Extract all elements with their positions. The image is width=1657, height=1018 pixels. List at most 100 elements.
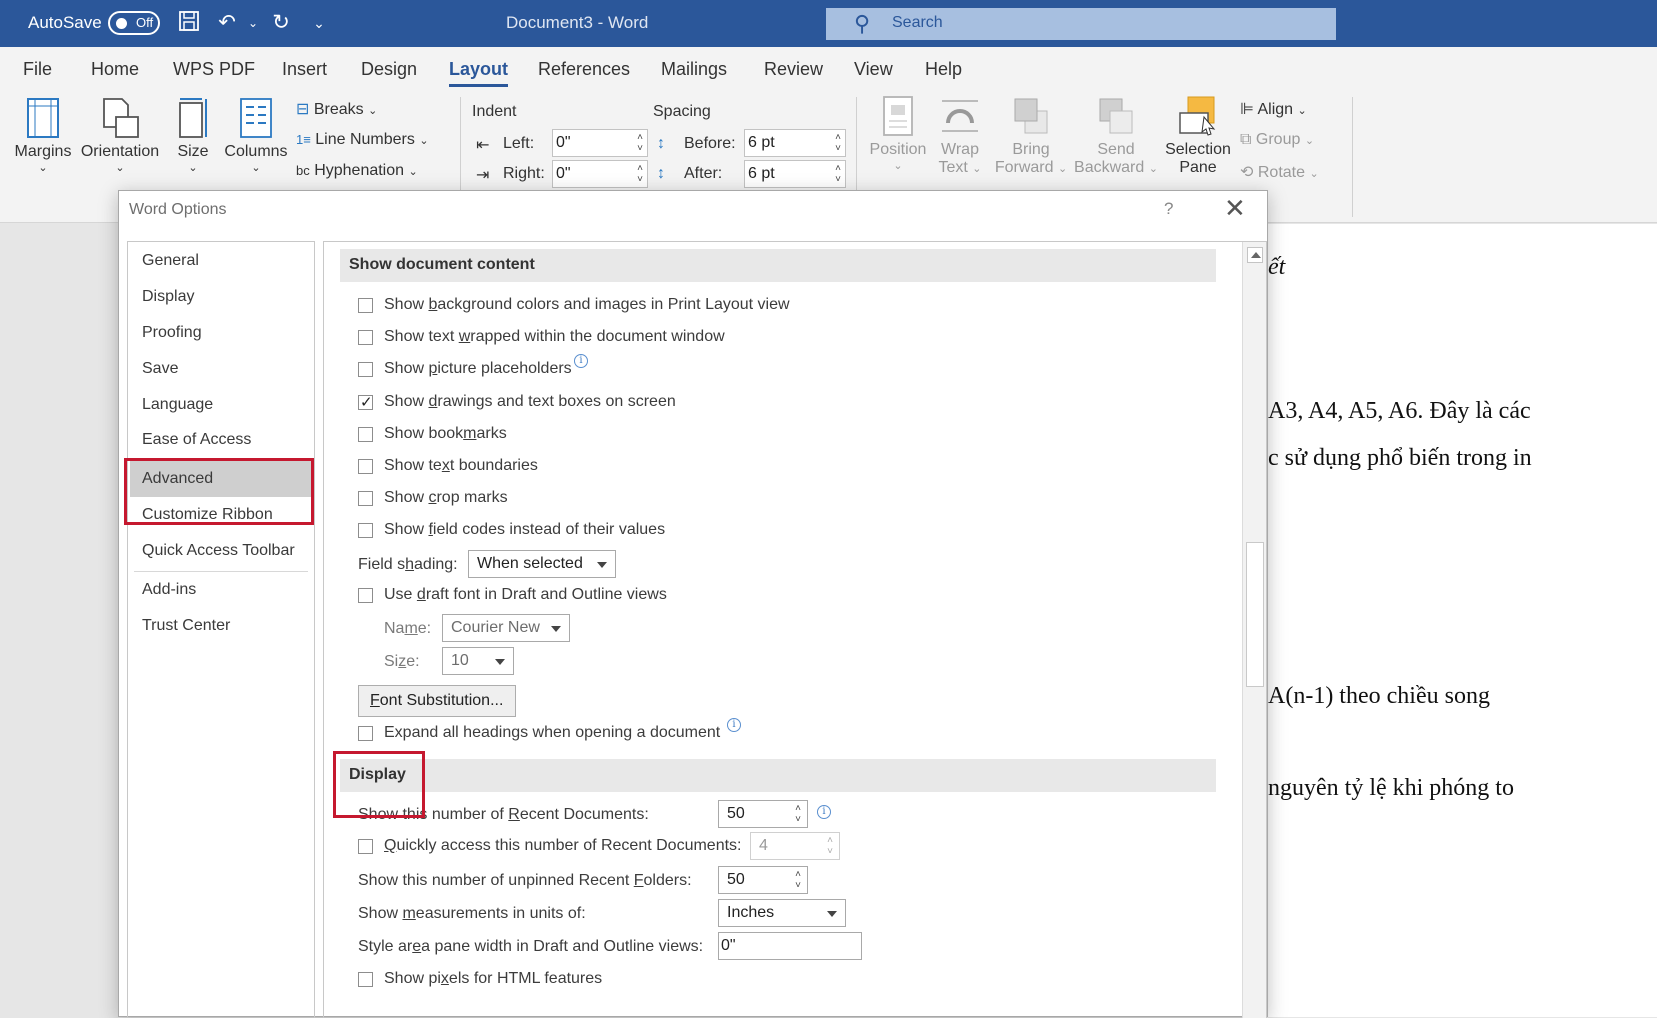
nav-item-quick-access-toolbar[interactable]: Quick Access Toolbar (142, 542, 295, 560)
draft-font-name-label: Name: (384, 620, 432, 637)
spin-arrows-icon[interactable]: ˄ ˅ (637, 163, 643, 185)
position-button[interactable]: Position ⌄ (866, 95, 930, 172)
quick-access-recent-spinner[interactable]: 4 ˄ ˅ (750, 832, 840, 860)
show-crop-marks-checkbox[interactable] (358, 491, 373, 506)
show-field-codes-checkbox[interactable] (358, 523, 373, 538)
recent-folders-spinner[interactable]: 50 ˄ ˅ (718, 866, 808, 894)
font-substitution-button[interactable]: Font Substitution... (358, 685, 516, 717)
help-icon[interactable]: ? (1164, 199, 1173, 219)
style-area-width-input[interactable]: 0" (718, 932, 862, 960)
tab-view[interactable]: View (854, 59, 893, 80)
nav-item-trust-center[interactable]: Trust Center (142, 617, 230, 635)
tab-design[interactable]: Design (361, 59, 417, 80)
tab-insert[interactable]: Insert (282, 59, 327, 80)
tab-wps-pdf[interactable]: WPS PDF (173, 59, 255, 80)
info-icon[interactable]: i (727, 718, 741, 732)
spacing-before-input[interactable]: 6 pt ˄ ˅ (744, 129, 846, 157)
tab-home[interactable]: Home (91, 59, 139, 80)
spin-arrows-icon[interactable]: ˄ ˅ (637, 132, 643, 154)
orientation-button[interactable]: Orientation ⌄ (78, 97, 162, 174)
indent-left-label: Left: (503, 135, 535, 152)
dialog-title: Word Options (129, 201, 227, 218)
tab-references[interactable]: References (538, 59, 630, 80)
use-draft-font-checkbox[interactable] (358, 588, 373, 603)
spacing-before-label: Before: (684, 135, 736, 152)
tab-review[interactable]: Review (764, 59, 823, 80)
info-icon[interactable]: i (574, 354, 588, 368)
show-background-checkbox[interactable] (358, 298, 373, 313)
customize-toolbar-icon[interactable]: ⌄ (306, 10, 332, 36)
autosave-toggle[interactable]: Off (108, 11, 160, 35)
spacing-after-input[interactable]: 6 pt ˄ ˅ (744, 160, 846, 188)
draft-font-name-dropdown[interactable]: Courier New (442, 614, 570, 642)
indent-left-input[interactable]: 0" ˄ ˅ (552, 129, 648, 157)
group-button[interactable]: ⧉ Group ⌄ (1240, 131, 1314, 149)
spin-arrows-icon[interactable]: ˄ ˅ (835, 163, 841, 185)
breaks-button[interactable]: ⊟ Breaks ⌄ (296, 99, 377, 119)
show-pixels-html-checkbox[interactable] (358, 972, 373, 987)
nav-item-general[interactable]: General (142, 252, 199, 270)
margins-button[interactable]: Margins ⌄ (12, 97, 74, 174)
redo-icon[interactable]: ↻ (268, 10, 294, 36)
document-text-line: A(n-1) theo chiều song (1268, 683, 1490, 709)
spin-arrows-icon[interactable]: ˄ ˅ (835, 132, 841, 154)
scroll-up-icon[interactable] (1247, 247, 1263, 263)
measurement-units-value: Inches (727, 904, 775, 921)
show-picture-placeholders-label: Show picture placeholders (384, 360, 572, 377)
orientation-icon (103, 98, 139, 138)
align-button[interactable]: ⊫ Align ⌄ (1240, 99, 1307, 119)
wrap-text-button[interactable]: Wrap Text ⌄ (932, 95, 988, 177)
bring-forward-button[interactable]: Bring Forward ⌄ (990, 95, 1072, 177)
selection-pane-label-2: Pane (1179, 159, 1217, 176)
search-box[interactable]: ⚲ Search (826, 8, 1336, 40)
show-bookmarks-checkbox[interactable] (358, 427, 373, 442)
spin-arrows-icon[interactable]: ˄ ˅ (795, 803, 801, 825)
recent-folders-value: 50 (727, 871, 745, 888)
save-icon[interactable] (176, 10, 202, 36)
tab-help[interactable]: Help (925, 59, 962, 80)
nav-item-proofing[interactable]: Proofing (142, 324, 202, 342)
measurement-units-dropdown[interactable]: Inches (718, 899, 846, 927)
rotate-dropdown-icon: ⌄ (1309, 168, 1319, 180)
nav-item-display[interactable]: Display (142, 288, 194, 306)
tab-file[interactable]: File (23, 59, 52, 80)
nav-item-save[interactable]: Save (142, 360, 178, 378)
size-icon (179, 98, 207, 138)
nav-item-ease-of-access[interactable]: Ease of Access (142, 431, 251, 449)
nav-item-language[interactable]: Language (142, 396, 213, 414)
show-drawings-checkbox[interactable] (358, 393, 373, 411)
undo-icon[interactable]: ↶ (214, 10, 240, 36)
draft-font-name-value: Courier New (451, 619, 540, 636)
expand-headings-checkbox[interactable] (358, 726, 373, 741)
scroll-thumb[interactable] (1246, 542, 1264, 687)
group-dropdown-icon: ⌄ (1304, 135, 1315, 147)
content-scrollbar[interactable] (1242, 242, 1266, 1018)
spin-arrows-icon[interactable]: ˄ ˅ (795, 869, 801, 891)
quick-access-recent-checkbox[interactable] (358, 839, 373, 854)
undo-dropdown-icon[interactable]: ⌄ (240, 10, 266, 36)
tab-layout[interactable]: Layout (449, 59, 509, 87)
tab-mailings[interactable]: Mailings (661, 59, 727, 80)
show-text-wrapped-checkbox[interactable] (358, 330, 373, 345)
send-backward-button[interactable]: Send Backward ⌄ (1072, 95, 1160, 177)
recent-documents-spinner[interactable]: 50 ˄ ˅ (718, 800, 808, 828)
nav-item-add-ins[interactable]: Add-ins (142, 581, 196, 599)
margins-dropdown-icon: ⌄ (38, 162, 48, 174)
spin-arrows-icon[interactable]: ˄ ˅ (827, 835, 833, 857)
hyphenation-button[interactable]: bc Hyphenation ⌄ (296, 162, 418, 180)
show-picture-placeholders-checkbox[interactable] (358, 362, 373, 377)
show-text-boundaries-checkbox[interactable] (358, 459, 373, 474)
document-page[interactable]: ết A3, A4, A5, A6. Đây là các c sử dụng … (1268, 224, 1657, 1017)
indent-right-input[interactable]: 0" ˄ ˅ (552, 160, 648, 188)
line-numbers-button[interactable]: 1≡ Line Numbers ⌄ (296, 131, 429, 149)
selection-pane-button[interactable]: Selection Pane (1162, 95, 1234, 177)
info-icon[interactable]: i (817, 805, 831, 819)
close-icon[interactable]: ✕ (1224, 193, 1246, 224)
size-button[interactable]: Size ⌄ (172, 97, 214, 174)
columns-button[interactable]: Columns ⌄ (222, 97, 290, 174)
field-shading-value: When selected (477, 555, 583, 572)
columns-label: Columns (224, 143, 288, 160)
draft-font-size-dropdown[interactable]: 10 (442, 647, 514, 675)
field-shading-dropdown[interactable]: When selected (468, 550, 616, 578)
rotate-button[interactable]: ⟲ Rotate ⌄ (1240, 162, 1319, 182)
